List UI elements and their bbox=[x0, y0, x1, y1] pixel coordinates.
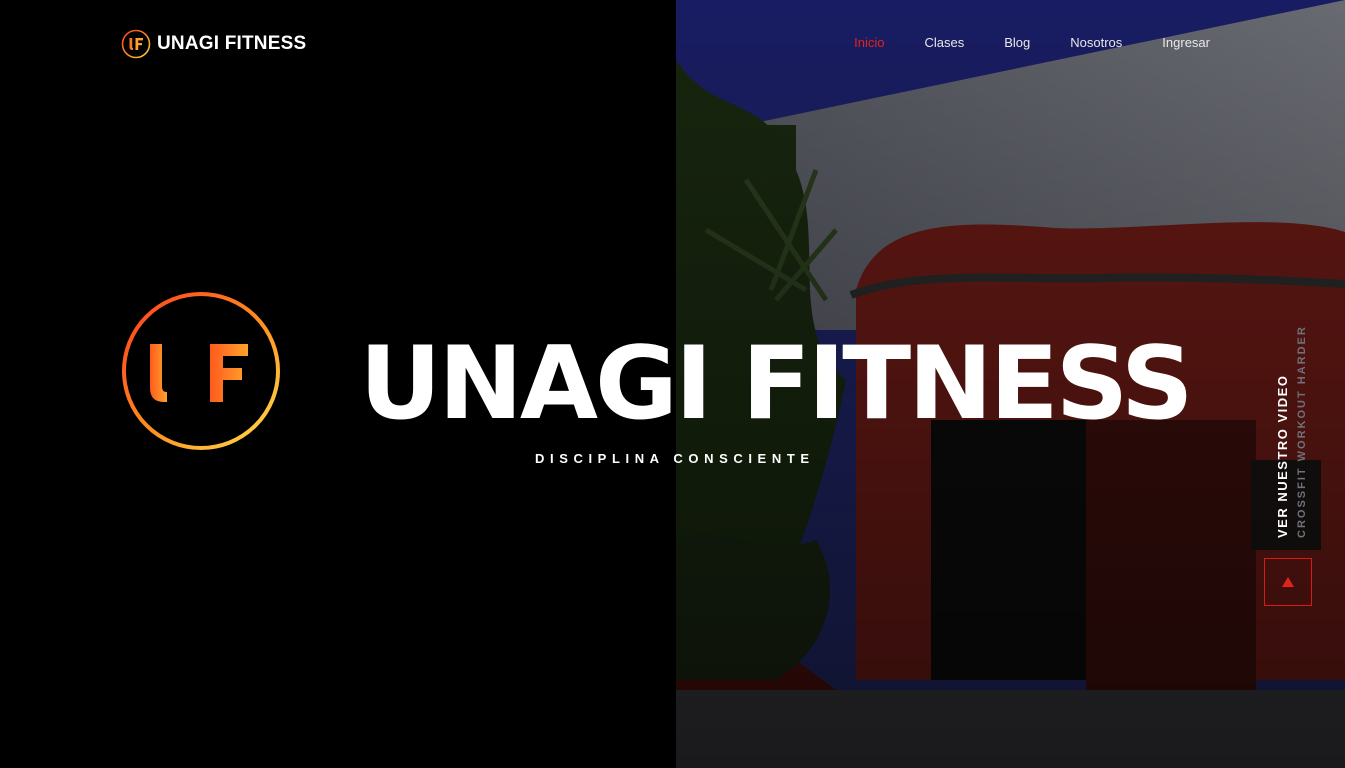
nav-item-inicio[interactable]: Inicio bbox=[854, 35, 884, 50]
nav-item-ingresar[interactable]: Ingresar bbox=[1162, 35, 1210, 50]
main-nav: Inicio Clases Blog Nosotros Ingresar bbox=[854, 35, 1210, 50]
hero-subtitle: DISCIPLINA CONSCIENTE bbox=[535, 451, 815, 466]
watch-video-link[interactable]: VER NUESTRO VIDEO bbox=[1275, 375, 1290, 538]
brand-name: UNAGI FITNESS bbox=[157, 33, 307, 54]
hero-logo-icon bbox=[122, 292, 280, 450]
nav-logo[interactable]: UNAGI FITNESS bbox=[121, 29, 306, 59]
side-tagline: CROSSFIT WORKOUT HARDER bbox=[1296, 325, 1308, 538]
nav-item-blog[interactable]: Blog bbox=[1004, 35, 1030, 50]
unagi-fitness-logo-icon bbox=[121, 29, 151, 59]
triangle-up-icon bbox=[1282, 577, 1294, 587]
scroll-top-button[interactable] bbox=[1264, 558, 1312, 606]
nav-item-clases[interactable]: Clases bbox=[924, 35, 964, 50]
nav-item-nosotros[interactable]: Nosotros bbox=[1070, 35, 1122, 50]
hero-title: UNAGI FITNESS bbox=[359, 324, 1193, 442]
